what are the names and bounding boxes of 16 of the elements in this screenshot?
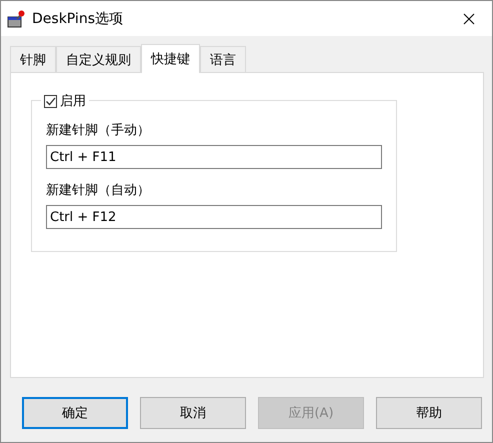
dialog-button[interactable]: 取消 [140, 397, 246, 429]
checkbox[interactable] [44, 94, 57, 108]
tab[interactable]: 快捷键 [141, 44, 200, 73]
tab[interactable]: 语言 [200, 46, 246, 72]
hotkey-field[interactable]: Ctrl + F12 [46, 205, 382, 229]
window-title: DeskPins选项 [32, 10, 124, 28]
field-label: 新建针脚（手动） [46, 122, 151, 139]
dialog-button[interactable]: 确定 [22, 397, 128, 429]
hotkey-field[interactable]: Ctrl + F11 [46, 145, 382, 169]
dialog-button[interactable]: 帮助 [376, 397, 482, 429]
close-icon[interactable] [463, 12, 475, 24]
tab[interactable]: 自定义规则 [56, 46, 141, 72]
checkbox-label: 启用 [60, 93, 86, 110]
tab[interactable]: 针脚 [10, 46, 56, 72]
field-label: 新建针脚（自动） [46, 182, 151, 199]
pin-window-icon [7, 10, 25, 28]
